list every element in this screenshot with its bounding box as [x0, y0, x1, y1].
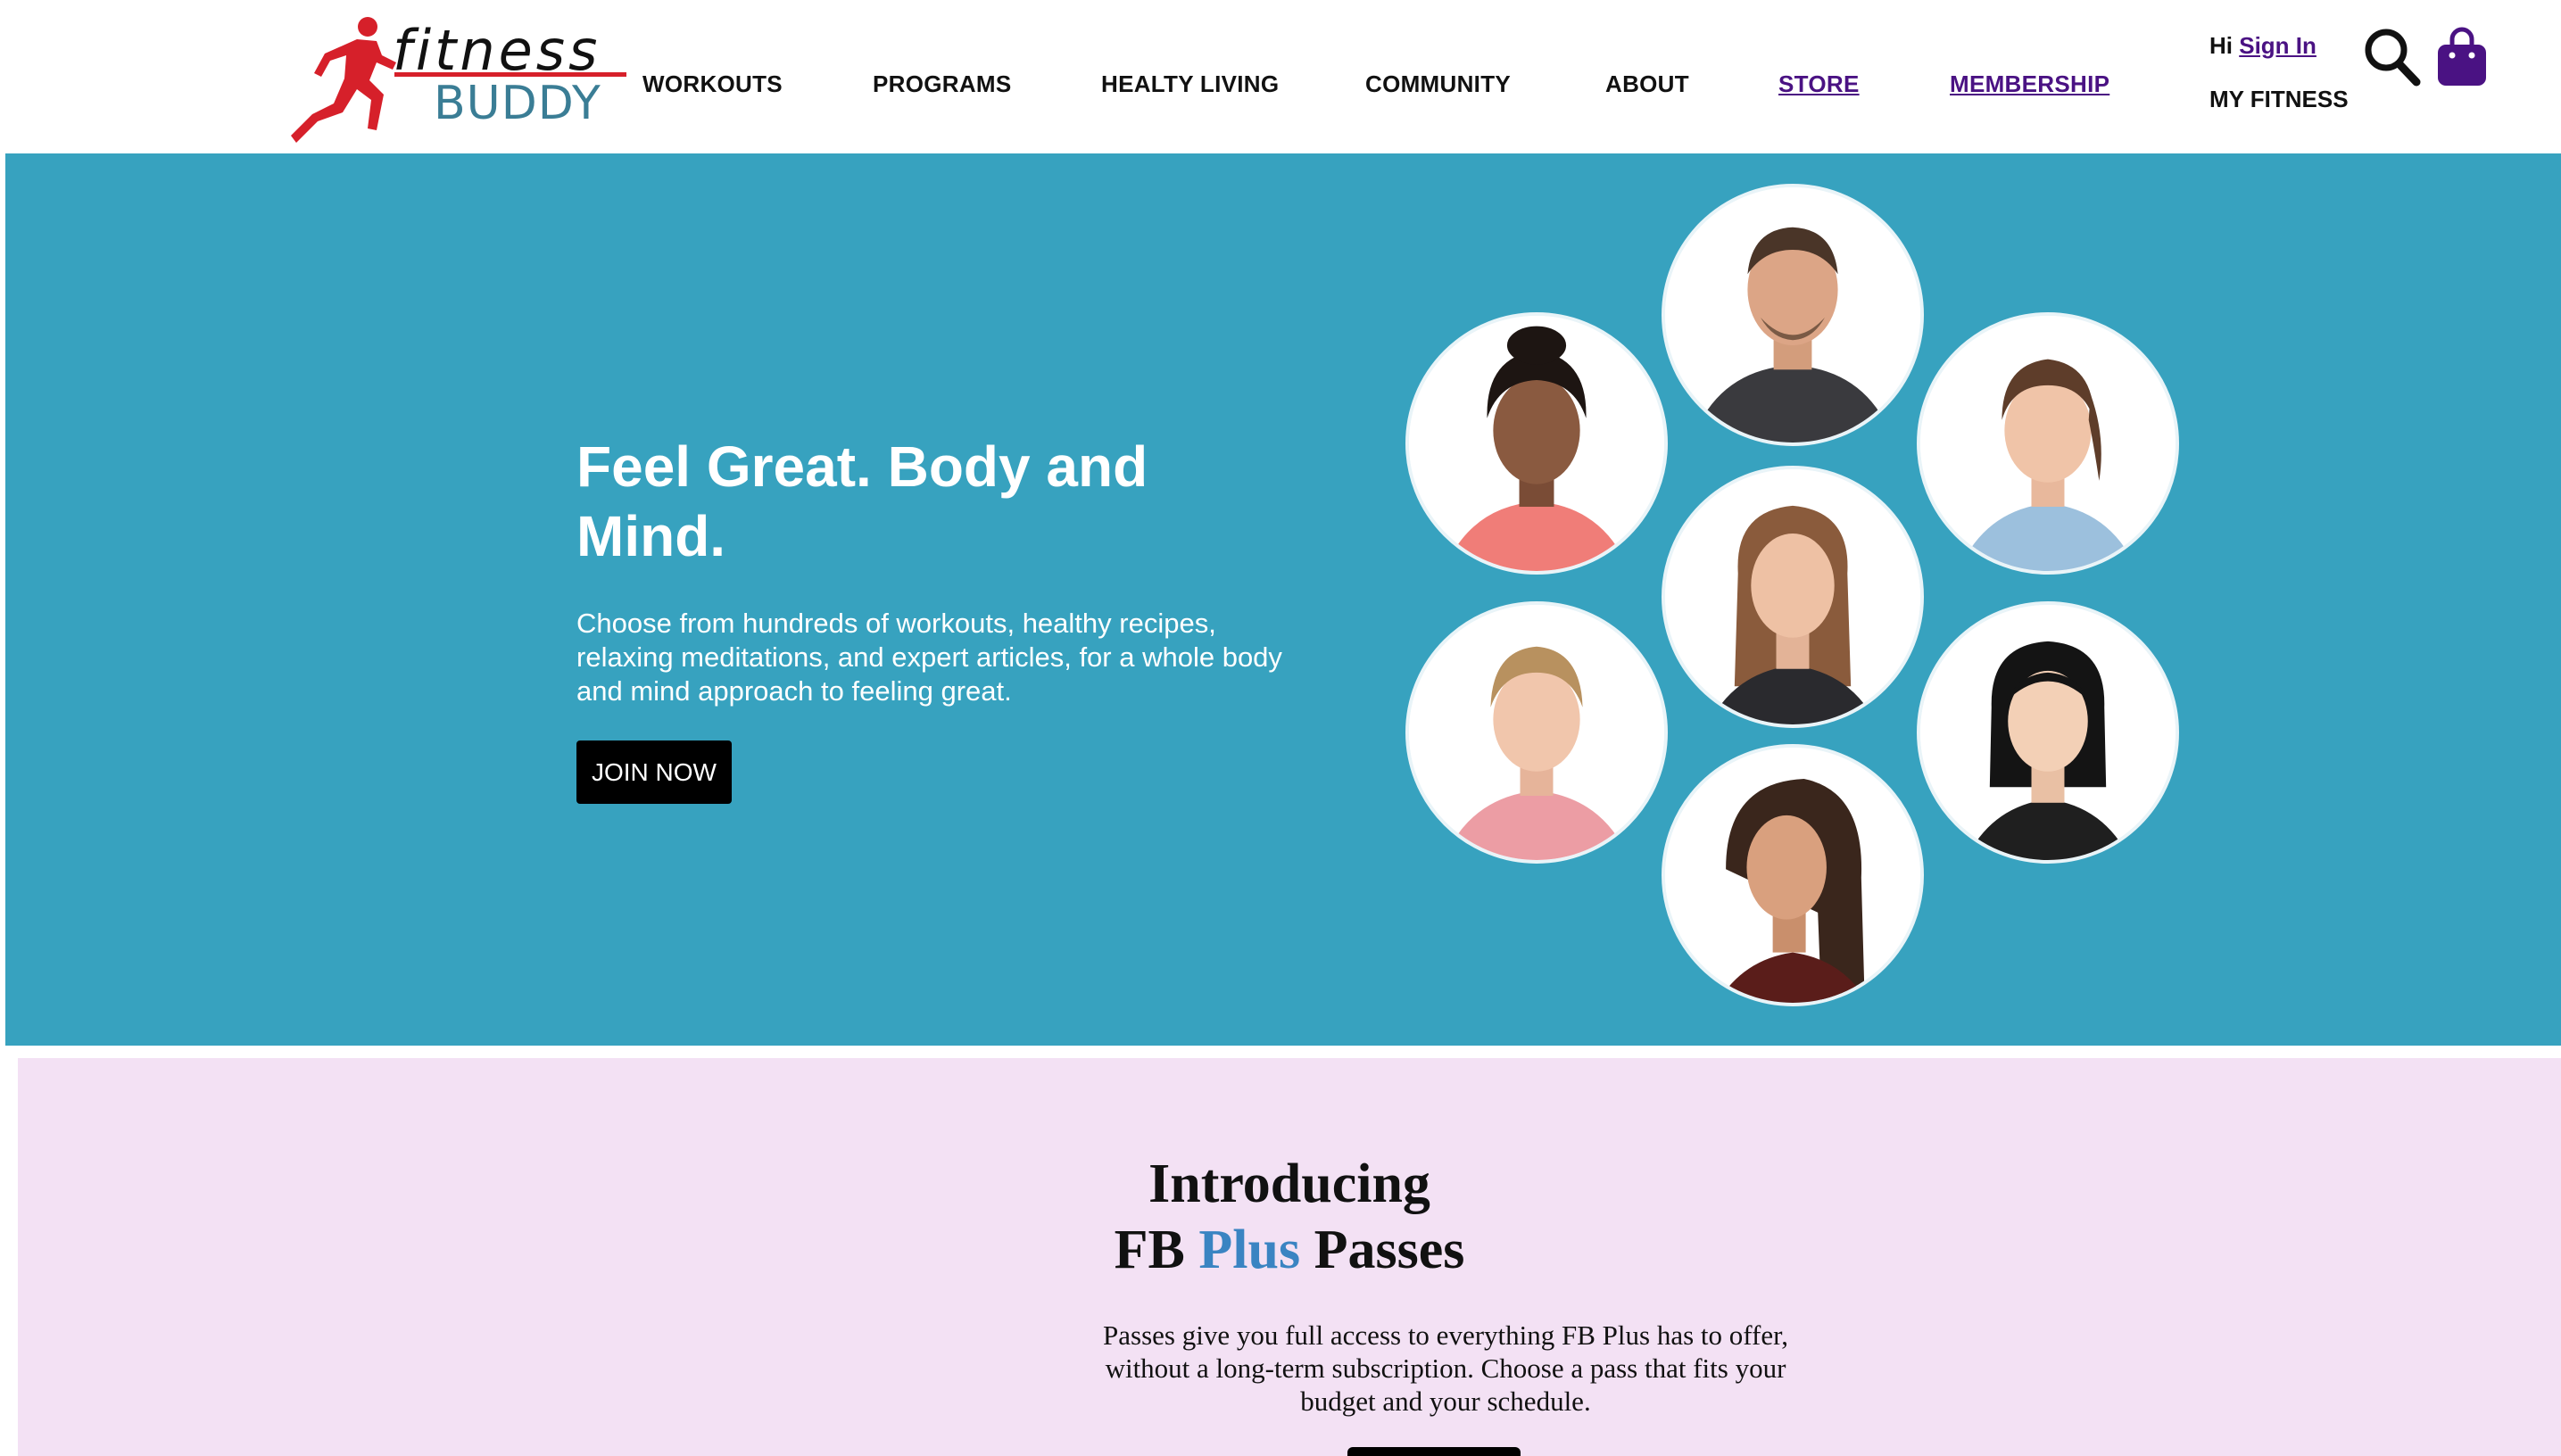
instructor-avatar: [1662, 466, 1924, 728]
person-image: [1920, 605, 2176, 860]
nav-programs[interactable]: PROGRAMS: [873, 70, 1012, 98]
passes-heading-plus: Plus: [1198, 1220, 1301, 1280]
passes-heading-passes: Passes: [1314, 1220, 1465, 1280]
runner-icon: [291, 17, 396, 143]
instructor-avatar: [1917, 601, 2179, 864]
person-image: [1665, 187, 1920, 443]
greeting-text: Hi: [2209, 32, 2233, 59]
instructor-avatar: [1662, 744, 1924, 1006]
my-fitness-link[interactable]: MY FITNESS: [2209, 86, 2349, 113]
instructor-avatar: [1405, 312, 1668, 575]
account-greeting: Hi Sign In: [2209, 32, 2317, 60]
logo-wordmark-buddy: BUDDY: [434, 77, 601, 130]
person-image: [1920, 316, 2176, 571]
instructor-avatar: [1405, 601, 1668, 864]
site-header: fitness BUDDY WORKOUTS PROGRAMS HEALTY L…: [0, 0, 2561, 153]
passes-heading-line1: Introducing: [1148, 1154, 1430, 1214]
passes-description: Passes give you full access to everythin…: [1103, 1320, 1788, 1417]
nav-membership[interactable]: MEMBERSHIP: [1950, 70, 2109, 98]
nav-community[interactable]: COMMUNITY: [1365, 70, 1511, 98]
sign-in-link[interactable]: Sign In: [2239, 32, 2317, 59]
shopping-bag-icon[interactable]: [2436, 27, 2488, 87]
hero-subtitle: Choose from hundreds of workouts, health…: [576, 608, 1282, 707]
person-image: [1409, 316, 1664, 571]
person-image: [1665, 469, 1920, 724]
instructor-avatar: [1662, 184, 1924, 446]
hero-title: Feel Great. Body and Mind.: [576, 434, 1148, 568]
search-icon[interactable]: [2363, 27, 2422, 87]
passes-cta-button[interactable]: [1347, 1447, 1521, 1456]
nav-healty-living[interactable]: HEALTY LIVING: [1101, 70, 1279, 98]
person-image: [1665, 748, 1920, 1003]
fitness-buddy-logo[interactable]: fitness BUDDY: [291, 16, 630, 146]
join-now-button[interactable]: JOIN NOW: [576, 740, 732, 804]
instructor-avatar: [1917, 312, 2179, 575]
nav-workouts[interactable]: WORKOUTS: [642, 70, 783, 98]
passes-heading-fb: FB: [1114, 1220, 1185, 1280]
fb-plus-passes-section: Introducing FB Plus Passes Passes give y…: [18, 1058, 2561, 1456]
passes-heading: Introducing FB Plus Passes: [18, 1151, 2561, 1283]
hero-banner: Feel Great. Body and Mind. Choose from h…: [5, 153, 2561, 1046]
nav-about[interactable]: ABOUT: [1605, 70, 1689, 98]
nav-store[interactable]: STORE: [1778, 70, 1860, 98]
logo-wordmark-fitness: fitness: [393, 18, 601, 83]
person-image: [1409, 605, 1664, 860]
